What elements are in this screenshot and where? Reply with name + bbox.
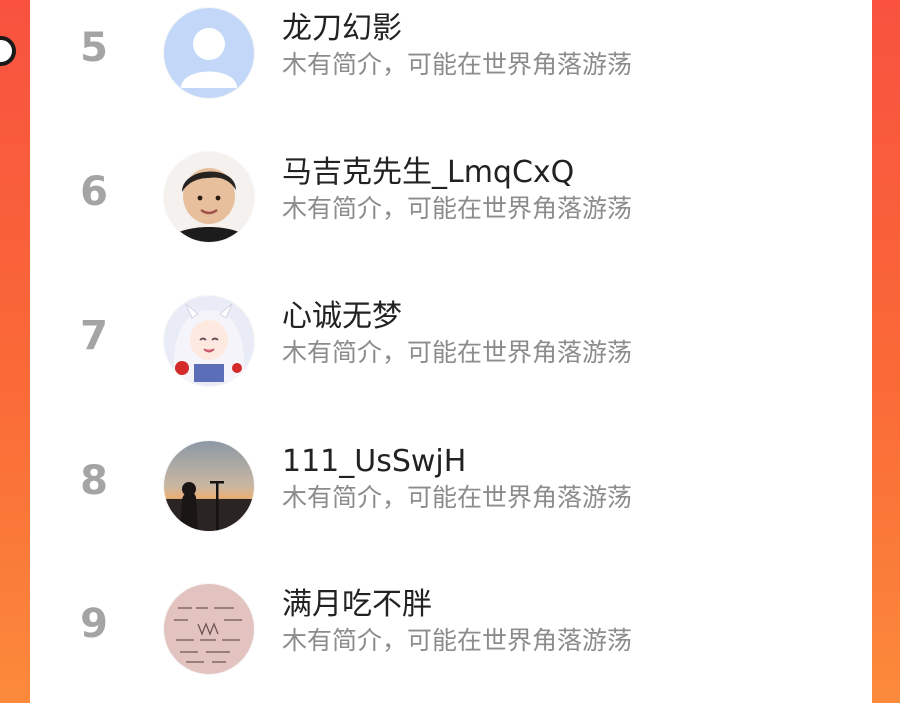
- ranking-row[interactable]: 6 马吉克先生_LmqCxQ 木有简介，可能在世界角落游荡: [30, 142, 872, 242]
- rank-number: 6: [80, 169, 108, 215]
- rank-number: 5: [80, 25, 108, 71]
- user-name[interactable]: 111_UsSwjH: [282, 443, 466, 481]
- ranking-row[interactable]: 9 满月吃不胖 木有简介，可能在世界角落游荡: [30, 574, 872, 674]
- user-name[interactable]: 满月吃不胖: [282, 586, 432, 624]
- rank-number: 7: [80, 313, 108, 359]
- user-bio: 木有简介，可能在世界角落游荡: [282, 338, 633, 367]
- boy-photo-avatar-icon[interactable]: [164, 152, 254, 242]
- ranking-row[interactable]: 8 111_UsSwjH 木有简介，可能在世界角落游荡: [30, 431, 872, 531]
- user-bio: 木有简介，可能在世界角落游荡: [282, 626, 633, 655]
- rank-number: 8: [80, 458, 108, 504]
- user-bio: 木有简介，可能在世界角落游荡: [282, 483, 633, 512]
- sunset-photo-avatar-icon[interactable]: [164, 441, 254, 531]
- user-bio: 木有简介，可能在世界角落游荡: [282, 50, 633, 79]
- default-user-avatar-icon[interactable]: [164, 8, 254, 98]
- handwriting-avatar-icon[interactable]: [164, 584, 254, 674]
- user-name[interactable]: 马吉克先生_LmqCxQ: [282, 154, 574, 192]
- ranking-panel: 5 龙刀幻影 木有简介，可能在世界角落游荡 6 马吉克先生_LmqCxQ 木有简…: [30, 0, 872, 703]
- user-name[interactable]: 心诚无梦: [282, 298, 402, 336]
- ranking-row[interactable]: 7 心诚无梦 木有简介，可能在世界角落游荡: [30, 286, 872, 386]
- ranking-row[interactable]: 5 龙刀幻影 木有简介，可能在世界角落游荡: [30, 0, 872, 98]
- user-bio: 木有简介，可能在世界角落游荡: [282, 194, 633, 223]
- user-name[interactable]: 龙刀幻影: [282, 10, 402, 48]
- edge-circle-icon: [0, 36, 16, 66]
- anime-girl-avatar-icon[interactable]: [164, 296, 254, 386]
- rank-number: 9: [80, 601, 108, 647]
